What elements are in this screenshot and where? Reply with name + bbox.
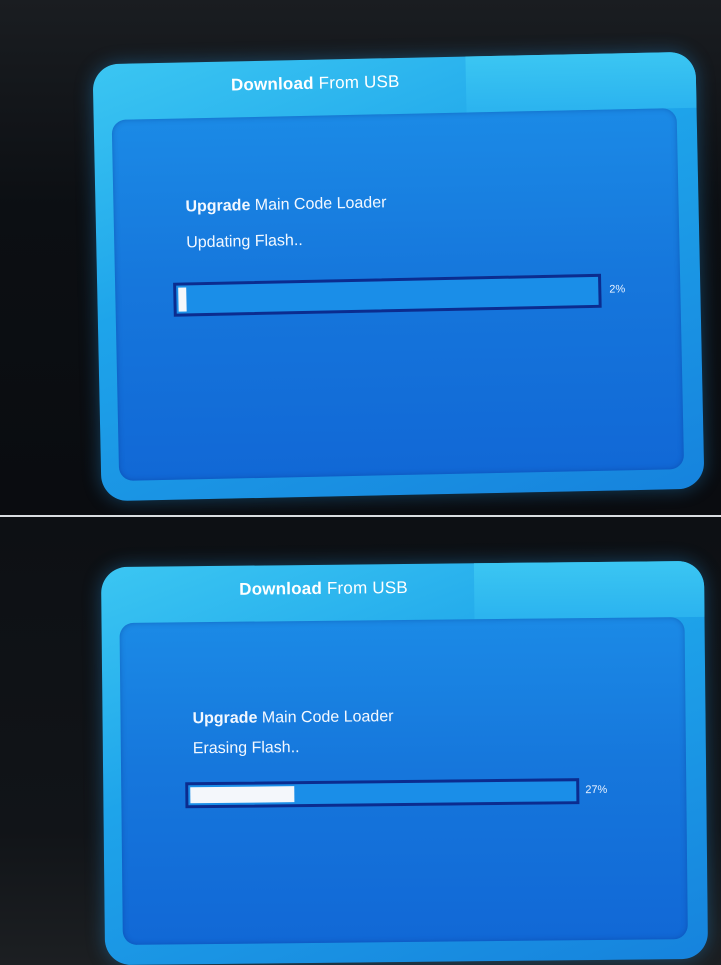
- dialog-tab-notch: [465, 51, 697, 113]
- dialog-title-bold: Download: [230, 73, 314, 95]
- progress-fill: [178, 287, 187, 312]
- photo-top-screen: Download From USB Upgrade Main Code Load…: [0, 0, 721, 515]
- upgrade-label: Upgrade Main Code Loader: [192, 708, 393, 728]
- download-dialog: Download From USB Upgrade Main Code Load…: [100, 560, 709, 965]
- dialog-body: Upgrade Main Code Loader Updating Flash.…: [111, 108, 685, 481]
- dialog-title-bold: Download: [239, 578, 323, 599]
- progress-bar: [173, 273, 602, 317]
- upgrade-label: Upgrade Main Code Loader: [185, 194, 386, 216]
- status-text: Updating Flash..: [186, 231, 303, 252]
- dialog-title: Download From USB: [231, 72, 400, 96]
- progress-bar: [185, 778, 580, 809]
- dialog-body: Upgrade Main Code Loader Erasing Flash..…: [119, 617, 688, 945]
- dialog-title-rest: From USB: [313, 71, 400, 93]
- progress-percent: 2%: [609, 283, 626, 296]
- upgrade-label-bold: Upgrade: [192, 709, 258, 728]
- progress-percent: 27%: [585, 783, 608, 797]
- status-text: Erasing Flash..: [192, 739, 300, 758]
- upgrade-label-rest: Main Code Loader: [250, 194, 387, 215]
- dialog-title: Download From USB: [239, 578, 408, 600]
- upgrade-label-bold: Upgrade: [185, 197, 251, 216]
- progress-fill: [190, 786, 295, 804]
- dialog-title-rest: From USB: [321, 577, 408, 598]
- download-dialog: Download From USB Upgrade Main Code Load…: [92, 51, 705, 502]
- dialog-tab-notch: [473, 560, 705, 620]
- upgrade-label-rest: Main Code Loader: [257, 708, 394, 727]
- photo-bottom-screen: Download From USB Upgrade Main Code Load…: [0, 517, 721, 965]
